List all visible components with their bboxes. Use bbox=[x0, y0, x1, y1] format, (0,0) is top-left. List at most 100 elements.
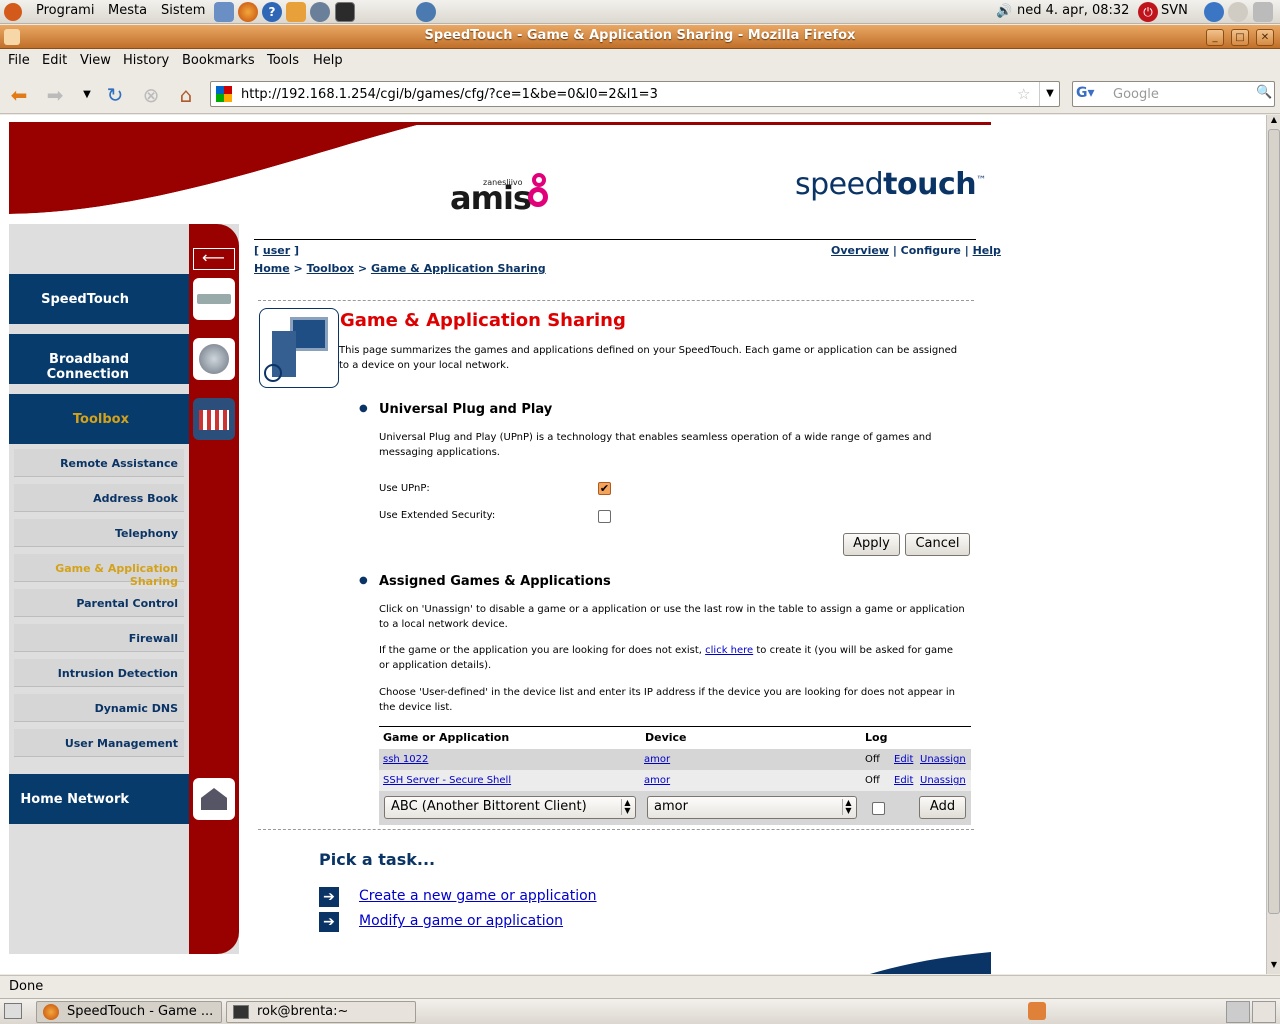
back-arrow-icon[interactable]: ⟵ bbox=[193, 248, 235, 270]
unassign-link[interactable]: Unassign bbox=[920, 773, 966, 788]
menu-programi[interactable]: Programi bbox=[36, 3, 94, 18]
sidebar-item-parental-control[interactable]: Parental Control bbox=[14, 589, 184, 617]
url-bar[interactable]: http://192.168.1.254/cgi/b/games/cfg/?ce… bbox=[210, 81, 1060, 107]
device-link[interactable]: amor bbox=[644, 773, 670, 788]
crumb-game-sharing[interactable]: Game & Application Sharing bbox=[371, 262, 546, 275]
click-here-link[interactable]: click here bbox=[705, 645, 753, 656]
vertical-scrollbar[interactable]: ▲ ▼ bbox=[1266, 115, 1280, 974]
volume-icon[interactable]: 🔊 bbox=[996, 4, 1012, 19]
modem-icon[interactable] bbox=[193, 278, 235, 320]
sidebar-item-address-book[interactable]: Address Book bbox=[14, 484, 184, 512]
nav-toolbox[interactable]: Toolbox bbox=[9, 394, 189, 444]
sidebar-item-telephony[interactable]: Telephony bbox=[14, 519, 184, 547]
sidebar-item-intrusion-detection[interactable]: Intrusion Detection bbox=[14, 659, 184, 687]
menu-edit[interactable]: Edit bbox=[42, 53, 67, 68]
menu-help[interactable]: Help bbox=[313, 53, 343, 68]
task-modify-link[interactable]: Modify a game or application bbox=[359, 913, 563, 929]
firefox-icon[interactable] bbox=[238, 2, 258, 22]
crumb-home[interactable]: Home bbox=[254, 262, 290, 275]
power-icon[interactable]: ⏻ bbox=[1138, 2, 1158, 22]
help-icon[interactable]: ? bbox=[262, 2, 282, 22]
trash-icon[interactable] bbox=[1028, 1002, 1046, 1020]
unassign-link[interactable]: Unassign bbox=[920, 752, 966, 767]
house-icon[interactable] bbox=[193, 778, 235, 820]
menu-tools[interactable]: Tools bbox=[267, 53, 299, 68]
workspace-2[interactable] bbox=[1252, 1001, 1276, 1023]
sidebar-item-remote-assistance[interactable]: Remote Assistance bbox=[14, 449, 184, 477]
stop-icon[interactable]: ⊗ bbox=[138, 82, 164, 108]
text-editor-icon[interactable] bbox=[214, 2, 234, 22]
menu-history[interactable]: History bbox=[123, 53, 169, 68]
use-upnp-checkbox[interactable]: ✔ bbox=[598, 482, 611, 495]
menu-file[interactable]: File bbox=[8, 53, 30, 68]
ubuntu-logo-icon[interactable] bbox=[4, 3, 22, 21]
terminal-icon[interactable] bbox=[335, 2, 355, 22]
pidgin-icon[interactable] bbox=[416, 2, 436, 22]
search-go-icon[interactable]: 🔍 bbox=[1256, 85, 1272, 100]
applet-icon[interactable] bbox=[1253, 2, 1273, 22]
select-arrows-icon: ▲ ▼ bbox=[621, 799, 633, 815]
menu-mesta[interactable]: Mesta bbox=[108, 3, 147, 18]
header-topline bbox=[9, 122, 991, 125]
menu-bookmarks[interactable]: Bookmarks bbox=[182, 53, 255, 68]
sidebar-item-dynamic-dns[interactable]: Dynamic DNS bbox=[14, 694, 184, 722]
folder-icon[interactable] bbox=[286, 2, 306, 22]
add-button[interactable]: Add bbox=[919, 796, 966, 819]
scroll-thumb[interactable] bbox=[1268, 129, 1280, 914]
clock[interactable]: ned 4. apr, 08:32 bbox=[1017, 3, 1129, 18]
overview-link[interactable]: Overview bbox=[831, 244, 889, 257]
url-dropdown-icon[interactable]: ▼ bbox=[1039, 82, 1060, 106]
mail-icon[interactable] bbox=[310, 2, 330, 22]
home-icon[interactable]: ⌂ bbox=[173, 82, 199, 108]
sidebar-item-game-sharing[interactable]: Game & Application Sharing bbox=[14, 554, 184, 588]
forward-icon[interactable]: ➡ bbox=[42, 82, 68, 108]
window-titlebar[interactable]: SpeedTouch - Game & Application Sharing … bbox=[0, 25, 1280, 49]
app-link[interactable]: ssh 1022 bbox=[383, 752, 428, 767]
reload-icon[interactable]: ↻ bbox=[102, 82, 128, 108]
help-link[interactable]: Help bbox=[973, 244, 1001, 257]
google-engine-icon[interactable]: G▾ bbox=[1076, 85, 1106, 103]
new-device-select[interactable]: amor ▲ ▼ bbox=[647, 796, 857, 819]
task-terminal[interactable]: rok@brenta:~ bbox=[226, 1001, 416, 1023]
url-text[interactable]: http://192.168.1.254/cgi/b/games/cfg/?ce… bbox=[241, 87, 658, 102]
svn-label[interactable]: SVN bbox=[1161, 3, 1188, 18]
bookmark-star-icon[interactable]: ☆ bbox=[1017, 85, 1030, 103]
maximize-button[interactable]: □ bbox=[1231, 29, 1249, 46]
globe-icon[interactable] bbox=[193, 338, 235, 380]
menu-sistem[interactable]: Sistem bbox=[161, 3, 205, 18]
ext-security-checkbox[interactable] bbox=[598, 510, 611, 523]
back-icon[interactable]: ⬅ bbox=[6, 82, 32, 108]
search-icon[interactable] bbox=[1228, 2, 1248, 22]
history-dropdown-icon[interactable]: ▼ bbox=[74, 82, 100, 108]
new-device-value: amor bbox=[654, 799, 688, 814]
nav-speedtouch[interactable]: SpeedTouch bbox=[9, 274, 189, 324]
top-links: Overview | Configure | Help bbox=[831, 244, 1001, 257]
scroll-down-icon[interactable]: ▼ bbox=[1268, 960, 1280, 974]
sidebar-item-user-management[interactable]: User Management bbox=[14, 729, 184, 757]
menu-view[interactable]: View bbox=[80, 53, 111, 68]
task-firefox[interactable]: SpeedTouch - Game ... bbox=[36, 1001, 222, 1023]
new-log-checkbox[interactable] bbox=[872, 802, 885, 815]
nav-home-network[interactable]: Home Network bbox=[9, 774, 189, 824]
edit-link[interactable]: Edit bbox=[894, 773, 913, 788]
user-link[interactable]: user bbox=[263, 244, 290, 257]
apply-button[interactable]: Apply bbox=[843, 533, 900, 556]
device-link[interactable]: amor bbox=[644, 752, 670, 767]
show-desktop-icon[interactable] bbox=[4, 1003, 22, 1019]
minimize-button[interactable]: _ bbox=[1206, 29, 1224, 46]
sidebar-item-firewall[interactable]: Firewall bbox=[14, 624, 184, 652]
crumb-toolbox[interactable]: Toolbox bbox=[307, 262, 354, 275]
scroll-up-icon[interactable]: ▲ bbox=[1268, 115, 1280, 129]
app-link[interactable]: SSH Server - Secure Shell bbox=[383, 773, 511, 788]
search-box[interactable]: G▾ Google 🔍 bbox=[1072, 81, 1275, 107]
cancel-button[interactable]: Cancel bbox=[905, 533, 970, 556]
edit-link[interactable]: Edit bbox=[894, 752, 913, 767]
nav-broadband[interactable]: Broadband Connection bbox=[9, 334, 189, 384]
update-icon[interactable] bbox=[1204, 2, 1224, 22]
col-header-app: Game or Application bbox=[383, 731, 510, 744]
workspace-1[interactable] bbox=[1226, 1001, 1250, 1023]
new-app-select[interactable]: ABC (Another Bittorent Client) ▲ ▼ bbox=[384, 796, 636, 819]
close-button[interactable]: ✕ bbox=[1256, 29, 1274, 46]
task-create-link[interactable]: Create a new game or application bbox=[359, 888, 597, 904]
toolbox-icon[interactable] bbox=[193, 398, 235, 440]
